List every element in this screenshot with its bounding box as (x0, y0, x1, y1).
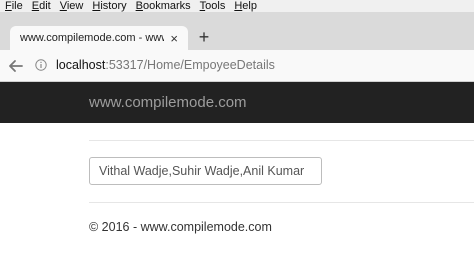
address-bar[interactable]: localhost:53317/Home/EmpoyeeDetails (56, 58, 275, 73)
menu-help[interactable]: Help (234, 1, 257, 12)
browser-tab[interactable]: www.compilemode.com - www... × (10, 26, 188, 50)
url-path: :53317/Home/EmpoyeeDetails (105, 58, 275, 72)
menu-history[interactable]: History (92, 1, 126, 12)
brand-link[interactable]: www.compilemode.com (89, 94, 247, 111)
menu-edit[interactable]: Edit (32, 1, 51, 12)
tab-strip: www.compilemode.com - www... × + (0, 12, 474, 50)
menu-tools[interactable]: Tools (200, 1, 226, 12)
navigation-bar: localhost:53317/Home/EmpoyeeDetails (0, 50, 474, 82)
divider-top (89, 140, 474, 141)
close-tab-icon[interactable]: × (170, 31, 178, 46)
menu-bar: File Edit View History Bookmarks Tools H… (0, 0, 474, 12)
site-info-icon[interactable] (35, 59, 47, 71)
back-arrow-icon[interactable] (7, 57, 25, 75)
divider-bottom (89, 202, 474, 203)
menu-file[interactable]: File (5, 1, 23, 12)
menu-view[interactable]: View (60, 1, 84, 12)
tab-title: www.compilemode.com - www... (20, 32, 165, 44)
menu-bookmarks[interactable]: Bookmarks (136, 1, 191, 12)
url-host: localhost (56, 58, 106, 72)
employee-names-field[interactable]: Vithal Wadje,Suhir Wadje,Anil Kumar (89, 157, 322, 185)
footer-copyright: © 2016 - www.compilemode.com (89, 220, 272, 234)
site-navbar: www.compilemode.com (0, 82, 474, 123)
new-tab-button[interactable]: + (196, 28, 212, 46)
